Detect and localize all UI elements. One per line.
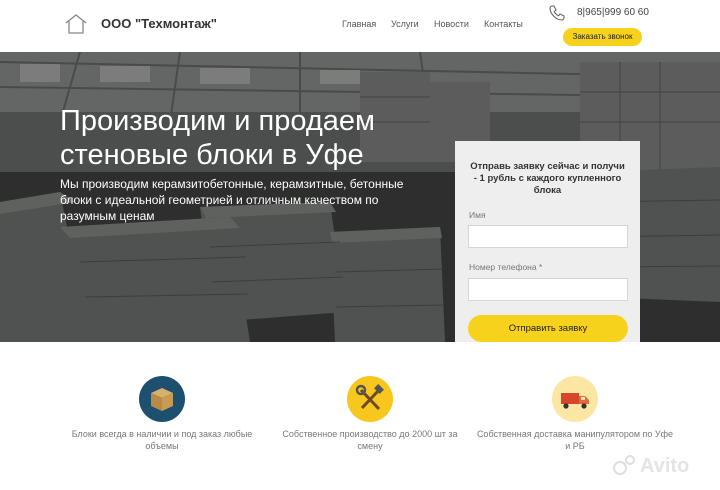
request-form: Отправь заявку сейчас и получи - 1 рубль… (455, 141, 640, 342)
phone-icon (549, 5, 565, 21)
site-header: ООО "Техмонтаж" Главная Услуги Новости К… (0, 0, 720, 52)
hero-section: Производим и продаем стеновые блоки в Уф… (0, 52, 720, 342)
feature-text: Собственное производство до 2000 шт за с… (282, 429, 458, 451)
feature-text: Блоки всегда в наличии и под заказ любые… (71, 429, 253, 451)
watermark-text: Avito (640, 455, 689, 477)
submit-request-button[interactable]: Отправить заявку (468, 315, 628, 342)
nav-news[interactable]: Новости (434, 19, 469, 29)
hero-subtitle: Мы производим керамзитобетонные, керамзи… (60, 177, 404, 223)
phone-number[interactable]: 8|965|999 60 60 (577, 7, 649, 18)
feature-circle (139, 376, 185, 422)
feature-circle (347, 376, 393, 422)
truck-icon (561, 393, 589, 409)
nav-home[interactable]: Главная (342, 19, 376, 29)
box-icon (151, 388, 173, 411)
feature-circle (552, 376, 598, 422)
company-name[interactable]: ООО "Техмонтаж" (101, 16, 217, 31)
feature-text: Собственная доставка манипулятором по Уф… (476, 429, 674, 451)
form-title: Отправь заявку сейчас и получи - 1 рубль… (470, 161, 625, 196)
name-field[interactable] (468, 225, 628, 248)
callback-button[interactable]: Заказать звонок (563, 28, 642, 46)
nav-services[interactable]: Услуги (391, 19, 419, 29)
house-icon[interactable] (64, 13, 88, 35)
phone-field[interactable] (468, 278, 628, 301)
name-label: Имя (469, 210, 486, 220)
tools-icon (355, 384, 384, 411)
nav-contacts[interactable]: Контакты (484, 19, 523, 29)
hero-title: Производим и продаем стеновые блоки в Уф… (60, 105, 375, 171)
avito-watermark: Avito (613, 455, 689, 477)
phone-label: Номер телефона * (469, 262, 543, 272)
